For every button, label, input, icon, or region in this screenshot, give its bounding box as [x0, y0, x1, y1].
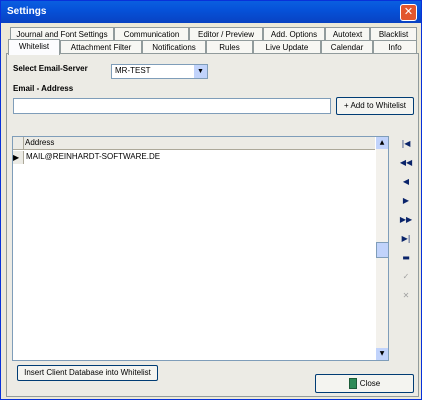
tab-rules[interactable]: Rules [206, 40, 253, 54]
email-label: Email - Address [13, 84, 74, 93]
last-record-button[interactable]: ▶| [399, 232, 413, 246]
window-title: Settings [7, 6, 47, 17]
first-record-button[interactable]: |◀ [399, 137, 413, 151]
tab-notifications[interactable]: Notifications [142, 40, 206, 54]
server-value: MR-TEST [115, 66, 151, 75]
scroll-thumb[interactable] [376, 242, 389, 258]
email-field[interactable] [13, 98, 331, 114]
tab-live-update[interactable]: Live Update [253, 40, 321, 54]
close-window-button[interactable]: ✕ [400, 4, 417, 21]
title-bar: Settings ✕ [1, 1, 421, 23]
insert-client-database-button[interactable]: Insert Client Database into Whitelist [17, 365, 158, 381]
delete-record-button[interactable]: ▬ [399, 251, 413, 265]
minus-icon: ▬ [402, 253, 410, 262]
next-page-button[interactable]: ▶▶ [399, 213, 413, 227]
rewind-icon: ◀◀ [399, 158, 413, 167]
x-icon: ✕ [402, 291, 410, 300]
tab-autotext[interactable]: Autotext [325, 27, 370, 41]
close-icon: ✕ [403, 5, 414, 18]
scroll-down-icon[interactable]: ▼ [376, 348, 388, 360]
fast-forward-icon: ▶▶ [399, 215, 413, 224]
tab-communication[interactable]: Communication [114, 27, 189, 41]
tab-attachment-filter[interactable]: Attachment Filter [60, 40, 142, 54]
cancel-record-button[interactable]: ✕ [399, 289, 413, 303]
current-row-icon: ▶ [13, 151, 24, 164]
first-icon: |◀ [401, 139, 411, 148]
check-icon: ✓ [402, 272, 410, 281]
tab-whitelist[interactable]: Whitelist [8, 39, 60, 55]
table-row[interactable]: ▶ MAIL@REINHARDT-SOFTWARE.DE [13, 151, 375, 164]
last-icon: ▶| [401, 234, 411, 243]
grid-header: Address [13, 137, 375, 150]
prior-record-button[interactable]: ◀ [399, 175, 413, 189]
server-label: Select Email-Server [13, 64, 88, 73]
tab-add-options[interactable]: Add. Options [263, 27, 325, 41]
next-record-button[interactable]: ▶ [399, 194, 413, 208]
column-header-address[interactable]: Address [25, 138, 54, 147]
tab-blacklist[interactable]: Blacklist [370, 27, 417, 41]
scroll-up-icon[interactable]: ▲ [376, 137, 388, 149]
prior-icon: ◀ [402, 177, 410, 186]
prior-page-button[interactable]: ◀◀ [399, 156, 413, 170]
tab-calendar[interactable]: Calendar [321, 40, 373, 54]
vertical-scrollbar[interactable]: ▲ ▼ [376, 137, 389, 360]
address-cell[interactable]: MAIL@REINHARDT-SOFTWARE.DE [26, 152, 160, 161]
close-button[interactable]: Close [315, 374, 414, 393]
tab-info[interactable]: Info [373, 40, 417, 54]
server-select[interactable]: MR-TEST ▼ [111, 64, 208, 79]
add-to-whitelist-button[interactable]: + Add to Whitelist [336, 97, 414, 115]
post-record-button[interactable]: ✓ [399, 270, 413, 284]
whitelist-grid[interactable]: Address ▶ MAIL@REINHARDT-SOFTWARE.DE ▲ ▼ [12, 136, 389, 361]
chevron-down-icon[interactable]: ▼ [194, 65, 207, 78]
next-icon: ▶ [402, 196, 410, 205]
door-icon [348, 378, 357, 390]
tab-editor-preview[interactable]: Editor / Preview [189, 27, 263, 41]
settings-window: Settings ✕ Journal and Font Settings Com… [0, 0, 422, 400]
